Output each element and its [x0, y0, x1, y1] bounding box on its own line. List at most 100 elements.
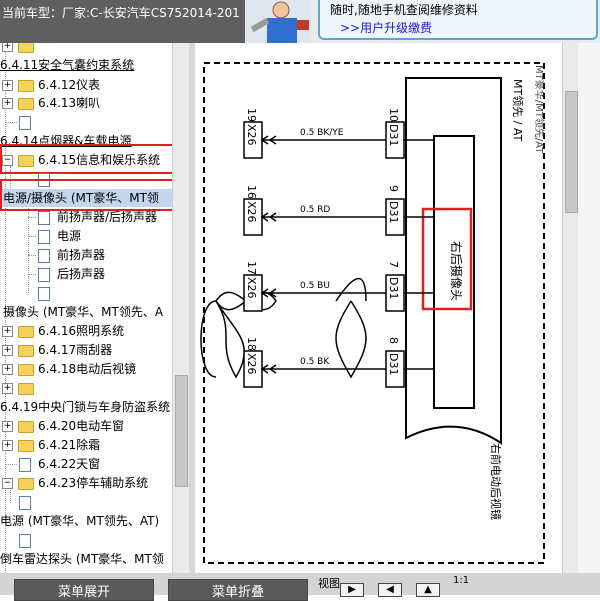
wiring-diagram-svg: 右后摄像头 MT领先 / AT MT豪华/MT领先/AT 右前电动后视镜 X26… [200, 62, 546, 564]
tree-guide-line [28, 236, 36, 237]
x-pin-label: 19 [245, 108, 258, 122]
mechanic-mascot-icon [245, 0, 311, 43]
x-connector-label: X26 [245, 277, 258, 299]
expand-icon[interactable]: + [2, 440, 13, 451]
current-vehicle-label: 当前车型：厂家:C-长安汽车CS752014-201 [0, 0, 247, 43]
folder-icon [18, 383, 34, 395]
d-connector-label: D31 [387, 277, 400, 299]
tree-item-label[interactable]: 6.4.20电动车窗 [38, 417, 124, 435]
tree-item-label[interactable]: 前扬声器/后扬声器 [57, 208, 157, 226]
tree-item-label[interactable]: 6.4.18电动后视镜 [38, 360, 136, 378]
upgrade-pay-link[interactable]: >>用户升级缴费 [340, 19, 432, 36]
tree-guide-line [5, 122, 17, 123]
tree-item-label[interactable]: 前扬声器 [57, 246, 105, 264]
folder-icon [18, 421, 34, 433]
x-pin-label: 17 [245, 261, 258, 275]
view-label: 视图 [318, 577, 340, 590]
tree-item-label[interactable]: 后扬声器 [57, 265, 105, 283]
folder-icon [18, 440, 34, 452]
document-icon [19, 534, 31, 548]
document-icon [19, 496, 31, 510]
menu-expand-button[interactable]: 菜单展开 [14, 579, 154, 601]
tree-item-label[interactable]: 6.4.21除霜 [38, 436, 100, 454]
mobile-ad-banner[interactable]: 随时,随地手机查阅维修资料 >>用户升级缴费 [318, 0, 598, 40]
x-connector-label: X26 [245, 353, 258, 375]
menu-collapse-button[interactable]: 菜单折叠 [168, 579, 308, 601]
wire-color-label: 0.5 BK/YE [300, 128, 344, 138]
folder-icon [18, 80, 34, 92]
tree-item-label[interactable]: 电源 [57, 227, 81, 245]
wire-color-label: 0.5 RD [300, 205, 330, 215]
folder-icon [18, 43, 34, 53]
tree-item-label[interactable]: 6.4.23停车辅助系统 [38, 474, 148, 492]
tree-item-label[interactable]: 倒车雷达探头 (MT豪华、MT领 [0, 550, 164, 568]
tree-item-label[interactable]: 6.4.13喇叭 [38, 94, 100, 112]
tree-item-label[interactable]: 摄像头 (MT豪华、MT领先、A [3, 303, 163, 321]
tree-item-label[interactable]: 电源 (MT豪华、MT领先、AT) [0, 512, 159, 530]
highlight-box [0, 179, 172, 211]
x-connector-label: X26 [245, 124, 258, 146]
tree-item-label[interactable]: 6.4.17雨刮器 [38, 341, 112, 359]
x-pin-label: 16 [245, 185, 258, 199]
side-label: MT豪华/MT领先/AT [533, 65, 546, 154]
diagram-scrollbar[interactable] [562, 43, 579, 573]
tree-item-label[interactable]: 6.4.11安全气囊约束系统 [0, 56, 134, 74]
document-icon [38, 230, 50, 244]
folder-icon [18, 326, 34, 338]
top-bar: 当前车型：厂家:C-长安汽车CS752014-201 随时,随地手机查阅维修资料… [0, 0, 600, 43]
twisted-pair-loop [335, 278, 367, 302]
folder-icon [18, 364, 34, 376]
tree-guide-line [28, 274, 36, 275]
tree-item-label[interactable]: 6.4.12仪表 [38, 76, 100, 94]
wire-color-label: 0.5 BU [300, 281, 330, 291]
expand-icon[interactable]: + [2, 345, 13, 356]
d-pin-label: 9 [387, 185, 400, 192]
tree-guide-line [28, 217, 36, 218]
twisted-pair-loop [335, 300, 367, 379]
right-gutter [578, 43, 600, 573]
document-icon [38, 211, 50, 225]
tree-item-label[interactable]: 6.4.19中央门锁与车身防盗系统 [0, 398, 170, 416]
diagram-scrollbar-thumb[interactable] [565, 91, 578, 213]
ad-text: 随时,随地手机查阅维修资料 [330, 3, 478, 17]
expand-icon[interactable]: + [2, 98, 13, 109]
expand-icon[interactable]: + [2, 383, 13, 394]
x-pin-label: 18 [245, 337, 258, 351]
tree-guide-line [5, 464, 17, 465]
tree-scrollbar[interactable] [172, 43, 189, 573]
d-connector-label: D31 [387, 124, 400, 146]
nav-tree: + 6.4.11安全气囊约束系统 + 6.4.12仪表 + 6.4.13喇叭 6… [0, 43, 172, 573]
expand-icon[interactable]: + [2, 364, 13, 375]
d-connector-label: D31 [387, 201, 400, 223]
header-label: MT领先 / AT [511, 79, 524, 142]
document-icon [19, 458, 31, 472]
highlight-box [0, 144, 172, 174]
zoom-label: 1:1 [453, 575, 470, 586]
wire-color-label: 0.5 BK [300, 357, 330, 367]
bottom-toolbar: 菜单展开 菜单折叠 视图 ▶ ◀ ▲ 1:1 [0, 573, 600, 601]
tree-item-label[interactable]: 6.4.22天窗 [38, 455, 100, 473]
document-icon [38, 249, 50, 263]
folder-icon [18, 345, 34, 357]
collapse-icon[interactable]: − [2, 478, 13, 489]
wiring-diagram: 右后摄像头 MT领先 / AT MT豪华/MT领先/AT 右前电动后视镜 X26… [196, 43, 562, 573]
expand-icon[interactable]: + [2, 43, 13, 52]
tree-scrollbar-thumb[interactable] [175, 375, 188, 487]
expand-icon[interactable]: + [2, 326, 13, 337]
folder-icon [18, 98, 34, 110]
mirror-label: 右前电动后视镜 [489, 443, 503, 520]
expand-icon[interactable]: + [2, 80, 13, 91]
document-icon [38, 287, 50, 301]
x-connector-label: X26 [245, 201, 258, 223]
d-pin-label: 8 [387, 337, 400, 344]
folder-open-icon [18, 478, 34, 490]
d-connector-label: D31 [387, 353, 400, 375]
document-icon [19, 116, 31, 130]
component-label: 右后摄像头 [449, 241, 464, 301]
tree-item-label[interactable]: 6.4.16照明系统 [38, 322, 124, 340]
document-icon [38, 268, 50, 282]
tree-guide-line [28, 255, 36, 256]
expand-icon[interactable]: + [2, 421, 13, 432]
d-pin-label: 7 [387, 261, 400, 268]
pane-splitter[interactable] [189, 43, 195, 573]
